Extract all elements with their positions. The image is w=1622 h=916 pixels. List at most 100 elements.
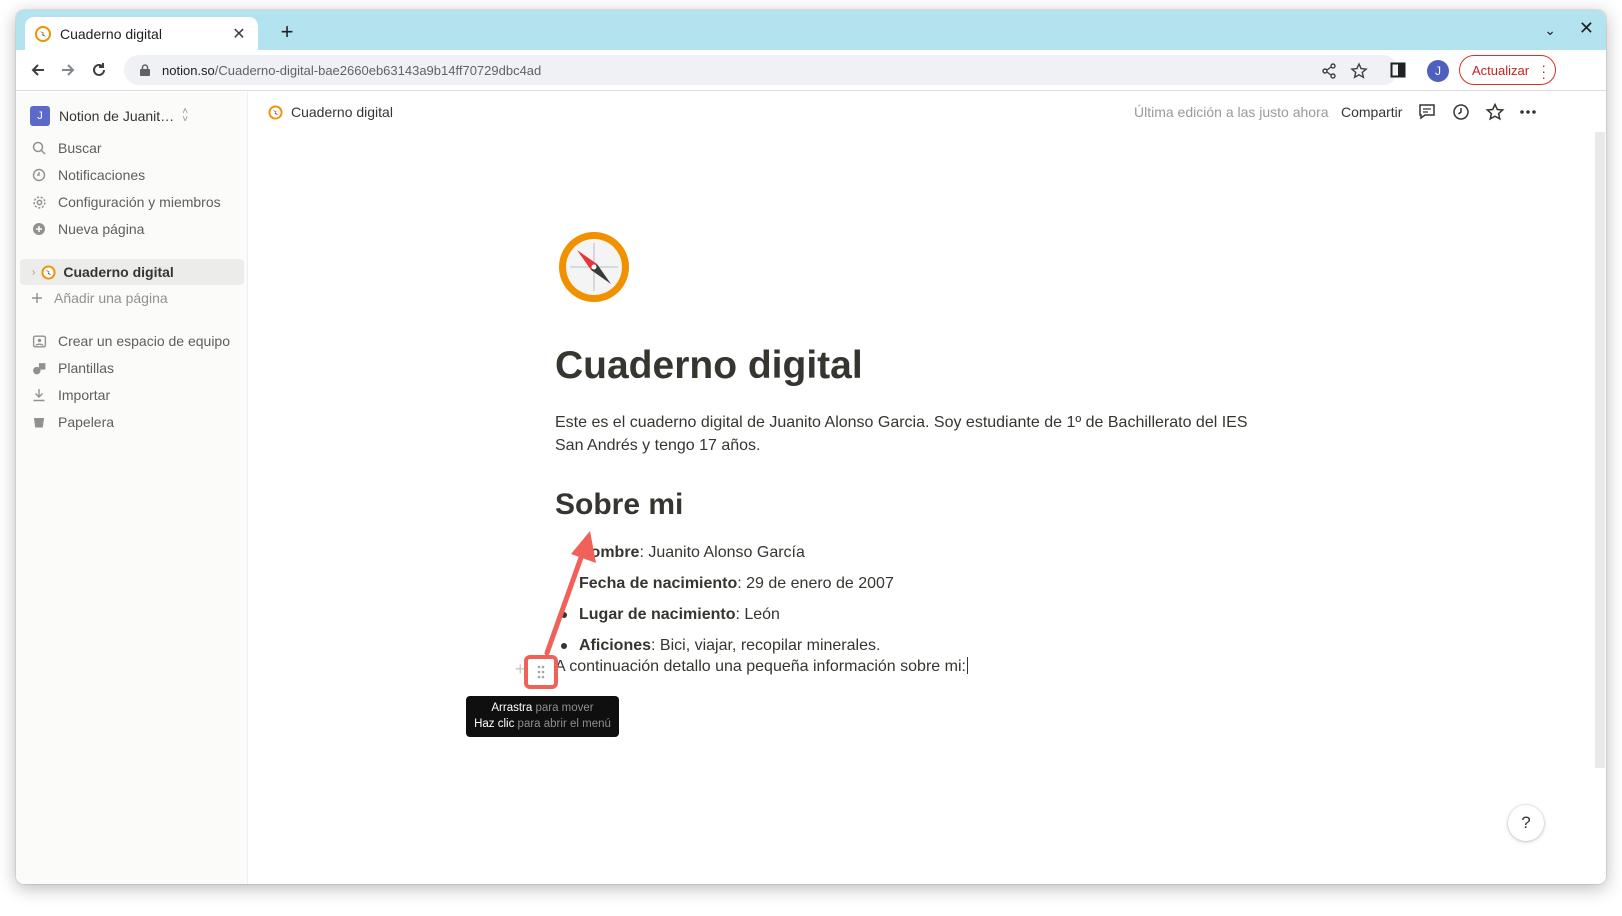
share-button[interactable]: Compartir xyxy=(1341,104,1402,120)
profile-avatar[interactable]: J xyxy=(1427,60,1449,82)
sidebar-item-import[interactable]: Importar xyxy=(30,383,110,407)
bullet-dot xyxy=(561,643,567,649)
sidebar-page-cuaderno[interactable]: › Cuaderno digital xyxy=(20,259,244,285)
tooltip-strong: Arrastra xyxy=(491,702,533,714)
text-block-paragraph[interactable]: A continuación detallo una pequeña infor… xyxy=(555,657,968,676)
browser-window: Cuaderno digital ✕ + ⌄ ✕ notion.so/Cuade… xyxy=(16,10,1606,884)
sidebar-page-label: Cuaderno digital xyxy=(63,264,174,280)
section-heading[interactable]: Sobre mi xyxy=(555,488,683,522)
sidebar-item-label: Notificaciones xyxy=(58,167,146,183)
url-path: /Cuaderno-digital-bae2660eb63143a9b14ff7… xyxy=(214,62,542,78)
tab-bar: Cuaderno digital ✕ + ⌄ ✕ xyxy=(16,10,1606,50)
sidebar-item-label: Nueva página xyxy=(58,221,145,237)
page-content: Cuaderno digital Última edición a las ju… xyxy=(248,92,1606,884)
window-close-icon[interactable]: ✕ xyxy=(1579,18,1594,39)
tab-search-chevron-icon[interactable]: ⌄ xyxy=(1544,22,1556,39)
drag-handle-button[interactable] xyxy=(524,655,558,689)
list-item[interactable]: Lugar de nacimiento: León xyxy=(561,606,780,624)
sidebar-item-settings[interactable]: Configuración y miembros xyxy=(30,190,221,214)
bullet-dot xyxy=(561,581,567,587)
url-host: notion.so xyxy=(162,62,215,78)
scrollbar[interactable] xyxy=(1595,132,1605,768)
sidebar-item-trash[interactable]: Papelera xyxy=(30,410,114,434)
list-item[interactable]: Nombre: Juanito Alonso García xyxy=(561,544,805,562)
sidebar-item-search[interactable]: Buscar xyxy=(30,136,102,160)
bullet-dot xyxy=(561,612,567,618)
import-icon xyxy=(30,386,48,404)
reload-icon[interactable] xyxy=(85,56,113,84)
forward-arrow-icon[interactable] xyxy=(54,56,82,84)
chevron-right-icon[interactable]: › xyxy=(32,267,35,278)
page-topbar: Cuaderno digital Última edición a las ju… xyxy=(248,92,1606,132)
comment-icon[interactable] xyxy=(1417,102,1437,122)
plus-circle-icon xyxy=(30,220,48,238)
sidebar-item-label: Plantillas xyxy=(58,360,115,376)
intro-paragraph[interactable]: Este es el cuaderno digital de Juanito A… xyxy=(555,411,1255,457)
address-bar[interactable]: notion.so/Cuaderno-digital-bae2660eb6314… xyxy=(124,55,1398,85)
help-button[interactable]: ? xyxy=(1508,805,1544,841)
list-item-value: : Juanito Alonso García xyxy=(639,544,805,561)
share-icon[interactable] xyxy=(1320,62,1338,80)
update-button[interactable]: Actualizar · · · xyxy=(1459,55,1556,85)
compass-page-icon xyxy=(268,104,283,120)
sidebar: J Notion de Juanit… ˄ ˅ Buscar Notificaci… xyxy=(16,92,248,884)
side-panel-icon[interactable] xyxy=(1390,62,1406,78)
compass-favicon-icon xyxy=(35,25,51,42)
kebab-menu-icon: · · · xyxy=(1541,57,1546,85)
list-item-value: : 29 de enero de 2007 xyxy=(737,575,894,592)
last-edited-text: Última edición a las justo ahora xyxy=(1134,104,1329,120)
list-item[interactable]: Aficiones: Bici, viajar, recopilar miner… xyxy=(561,637,880,655)
browser-tab[interactable]: Cuaderno digital ✕ xyxy=(25,17,258,50)
compass-page-icon xyxy=(41,264,56,280)
list-item-value: : León xyxy=(735,606,780,623)
breadcrumb-label: Cuaderno digital xyxy=(291,104,393,120)
update-label: Actualizar xyxy=(1472,62,1530,78)
teamspace-icon xyxy=(30,332,48,350)
list-item-label: Aficiones xyxy=(579,637,652,654)
compass-page-icon-large[interactable] xyxy=(555,228,633,306)
tooltip-dim: para mover xyxy=(532,702,594,714)
tooltip-strong: Haz clic xyxy=(474,718,515,730)
sidebar-item-teamspace[interactable]: Crear un espacio de equipo xyxy=(30,329,230,353)
list-item-label: Fecha de nacimiento xyxy=(579,575,738,592)
new-tab-button[interactable]: + xyxy=(274,20,300,46)
favorite-star-icon[interactable] xyxy=(1485,102,1505,122)
bookmark-star-icon[interactable] xyxy=(1350,62,1368,80)
sidebar-item-new-page[interactable]: Nueva página xyxy=(30,217,144,241)
list-item[interactable]: Fecha de nacimiento: 29 de enero de 2007 xyxy=(561,575,894,593)
tab-title: Cuaderno digital xyxy=(60,25,162,42)
more-options-icon[interactable] xyxy=(1518,102,1538,122)
add-page-button[interactable]: Añadir una página xyxy=(28,286,168,310)
drag-dots-icon xyxy=(537,665,545,679)
breadcrumb[interactable]: Cuaderno digital xyxy=(268,104,393,120)
page-title[interactable]: Cuaderno digital xyxy=(555,344,863,388)
workspace-avatar: J xyxy=(30,106,50,126)
sidebar-item-notifications[interactable]: Notificaciones xyxy=(30,163,145,187)
text-cursor xyxy=(966,657,968,674)
drag-handle-tooltip: Arrastra para mover Haz clic para abrir … xyxy=(466,696,619,737)
plus-icon xyxy=(28,289,46,307)
gear-icon xyxy=(30,193,48,211)
history-clock-icon[interactable] xyxy=(1451,102,1471,122)
add-page-label: Añadir una página xyxy=(54,290,168,306)
sidebar-item-label: Buscar xyxy=(58,140,102,156)
templates-icon xyxy=(30,359,48,377)
annotation-arrow xyxy=(544,531,596,656)
chevron-updown-icon: ˄ ˅ xyxy=(182,106,189,125)
list-item-value: : Bici, viajar, recopilar minerales. xyxy=(651,637,881,654)
back-arrow-icon[interactable] xyxy=(24,56,52,84)
paragraph-text: A continuación detallo una pequeña infor… xyxy=(555,658,966,675)
sidebar-item-templates[interactable]: Plantillas xyxy=(30,356,114,380)
tooltip-dim: para abrir el menú xyxy=(514,718,611,730)
list-item-label: Lugar de nacimiento xyxy=(579,606,736,623)
sidebar-item-label: Configuración y miembros xyxy=(58,194,221,210)
list-item-label: Nombre xyxy=(579,544,640,561)
sidebar-item-label: Papelera xyxy=(58,414,115,430)
browser-toolbar: notion.so/Cuaderno-digital-bae2660eb6314… xyxy=(16,50,1606,91)
sidebar-item-label: Importar xyxy=(58,387,111,403)
lock-icon xyxy=(140,64,150,76)
workspace-switcher[interactable]: J Notion de Juanit… ˄ ˅ xyxy=(30,106,188,126)
url-text: notion.so/Cuaderno-digital-bae2660eb6314… xyxy=(162,63,541,78)
tab-close-icon[interactable]: ✕ xyxy=(230,24,248,44)
trash-icon xyxy=(30,413,48,431)
